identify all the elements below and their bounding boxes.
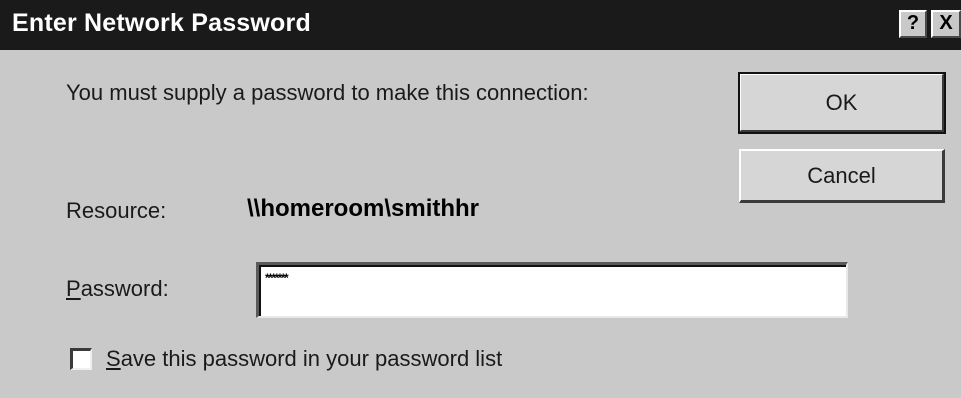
save-password-label-accelerator: S xyxy=(106,346,121,371)
cancel-button[interactable]: Cancel xyxy=(739,149,945,203)
resource-label: Resource: xyxy=(66,198,167,223)
window-title: Enter Network Password xyxy=(12,9,311,37)
password-label-text: assword: xyxy=(80,276,169,301)
network-password-dialog: Enter Network Password ? X You must supp… xyxy=(0,0,961,398)
password-label-accelerator: P xyxy=(66,276,81,301)
save-password-label[interactable]: Save this password in your password list xyxy=(106,346,502,372)
title-bar[interactable]: Enter Network Password ? X xyxy=(0,0,961,50)
resource-value: \\homeroom\smithhr xyxy=(247,195,480,222)
ok-button[interactable]: OK xyxy=(738,72,946,134)
help-icon: ? xyxy=(906,12,920,34)
password-input[interactable]: ******* xyxy=(256,262,848,318)
save-password-checkbox[interactable] xyxy=(70,348,92,370)
help-button[interactable]: ? xyxy=(899,10,927,38)
save-password-label-text: ave this password in your password list xyxy=(120,346,503,371)
close-icon: X xyxy=(939,12,953,34)
instruction-message: You must supply a password to make this … xyxy=(66,80,589,105)
close-button[interactable]: X xyxy=(931,10,961,38)
password-label: Password: xyxy=(66,276,169,302)
